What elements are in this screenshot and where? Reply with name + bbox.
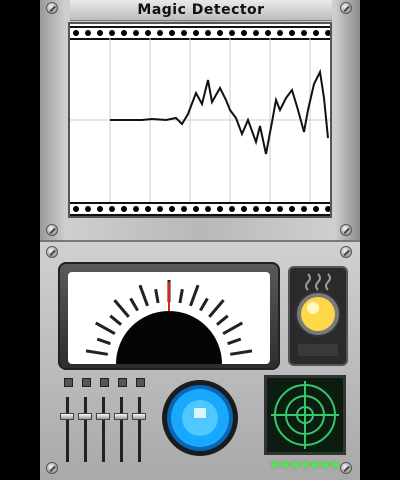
slider-knob-2[interactable] [78,413,92,420]
led [322,462,328,467]
left-border [0,0,40,480]
led [302,462,308,467]
seismograph-paper [68,22,332,218]
lamp-frame [288,266,348,366]
led [292,462,298,467]
waveform-line [110,68,329,155]
slider-track [138,397,141,462]
screw-icon [46,2,58,14]
tape-bottom [70,202,330,216]
slider-cap [118,378,127,387]
right-border [360,0,400,480]
led [282,462,288,467]
led [272,462,278,467]
radar-icon [271,381,339,449]
screw-icon [46,462,58,474]
app-title: Magic Detector [70,0,332,21]
slider-knob-5[interactable] [132,413,146,420]
screw-icon [340,246,352,258]
radar-display [264,375,346,455]
slider-track [66,397,69,462]
led-strip [270,460,346,470]
slider-knob-1[interactable] [60,413,74,420]
screw-icon [46,246,58,258]
slider-panel [58,375,150,470]
slider-cap [64,378,73,387]
analog-meter [68,272,270,364]
slider-cap [82,378,91,387]
slider-cap [136,378,145,387]
lamp-icon [301,297,335,331]
slider-track [120,397,123,462]
slider-cap [100,378,109,387]
slider-track [84,397,87,462]
led [312,462,318,467]
slider-track [102,397,105,462]
slider-knob-3[interactable] [96,413,110,420]
screw-icon [46,224,58,236]
screw-icon [340,224,352,236]
waveform-graph [70,38,330,202]
led [332,462,338,467]
screw-icon [340,2,352,14]
scan-button[interactable] [160,378,240,458]
slider-knob-4[interactable] [114,413,128,420]
meter-hub [116,311,222,364]
